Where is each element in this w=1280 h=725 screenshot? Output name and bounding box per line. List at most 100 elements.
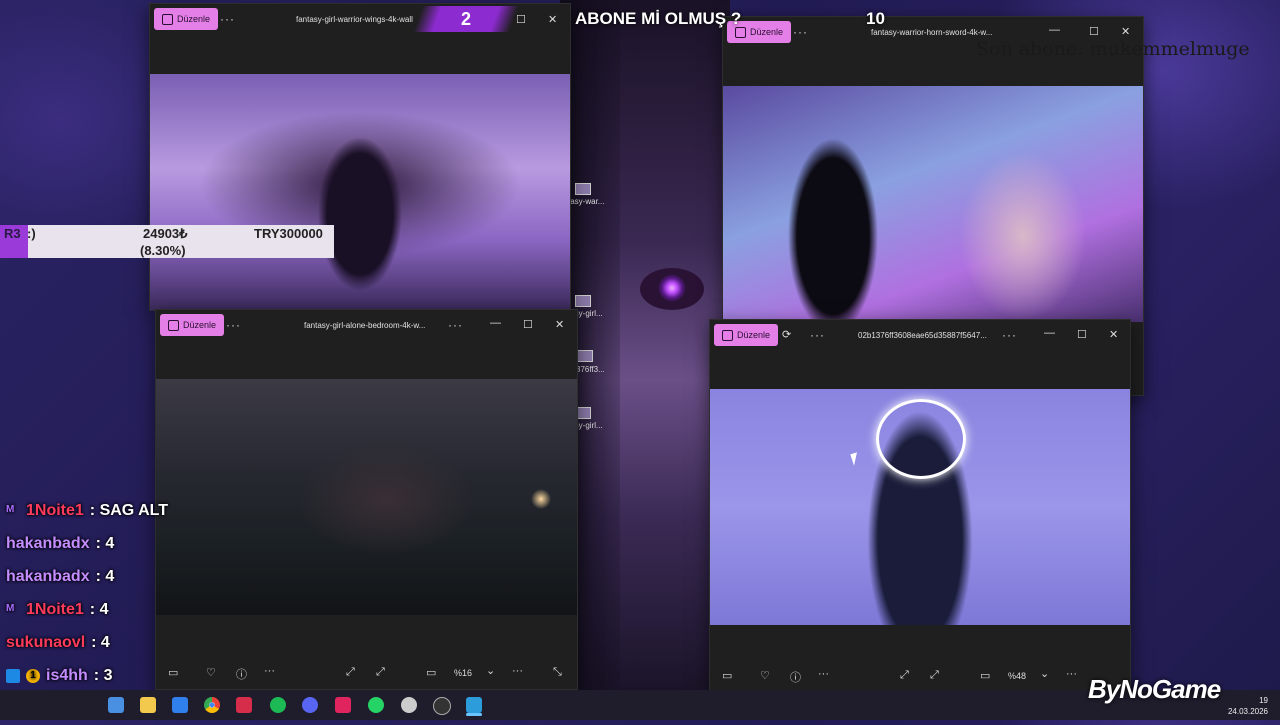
chat-username: is4hh bbox=[46, 666, 88, 684]
maximize-button[interactable]: ☐ bbox=[1089, 25, 1099, 38]
edit-label: Düzenle bbox=[183, 320, 217, 330]
chat-username: hakanbadx bbox=[6, 534, 90, 552]
twitch-badge-icon bbox=[6, 668, 20, 683]
close-button[interactable]: ✕ bbox=[555, 318, 564, 331]
maximize-button[interactable]: ☐ bbox=[523, 318, 533, 331]
fullscreen-icon[interactable]: ⤡ bbox=[553, 666, 562, 679]
obs-icon[interactable] bbox=[433, 697, 451, 715]
wallpaper-eye bbox=[640, 268, 704, 310]
last-subscriber: Son abone: mukemmelmuge bbox=[976, 38, 1250, 60]
more-options-button[interactable]: ··· bbox=[220, 12, 235, 26]
desktop-file-label[interactable]: 376ff3... bbox=[576, 365, 605, 374]
clock-time: 19 bbox=[1259, 696, 1268, 705]
title-more-button[interactable]: ··· bbox=[1002, 328, 1017, 342]
photo-image bbox=[156, 379, 577, 615]
donation-note: :) bbox=[27, 226, 36, 241]
chevron-down-icon[interactable]: ⌄ bbox=[486, 664, 495, 677]
more-options-button[interactable]: ··· bbox=[810, 328, 825, 342]
desktop-file-icon[interactable] bbox=[575, 295, 591, 307]
desktop-file-icon[interactable] bbox=[577, 350, 593, 362]
photo-window-nun[interactable]: Düzenle ⟳ ··· 02b1376ff3608eae65d35887f5… bbox=[709, 319, 1131, 693]
edit-icon bbox=[168, 319, 179, 331]
edit-label: Düzenle bbox=[737, 330, 771, 340]
chat-username: hakanbadx bbox=[6, 567, 90, 585]
goal-banner: 2 bbox=[413, 6, 519, 32]
edit-button[interactable]: Düzenle bbox=[714, 324, 779, 346]
info-icon[interactable]: ⓘ bbox=[236, 666, 247, 682]
chat-text: : 4 bbox=[95, 534, 115, 552]
app-icon[interactable] bbox=[236, 697, 252, 713]
chrome-icon[interactable] bbox=[204, 697, 220, 713]
zoom-level[interactable]: %48 bbox=[1008, 671, 1026, 681]
donation-percent: (8.30%) bbox=[140, 243, 186, 258]
more-icon[interactable]: ··· bbox=[1066, 668, 1077, 680]
whatsapp-icon[interactable] bbox=[368, 697, 384, 713]
more-options-button[interactable]: ··· bbox=[793, 25, 808, 39]
favorite-icon[interactable]: ♡ bbox=[760, 669, 770, 682]
halo-ring bbox=[876, 399, 966, 479]
screen-icon[interactable]: ▭ bbox=[426, 666, 436, 679]
sub-badge-icon: 1 bbox=[26, 668, 40, 683]
spotify-icon[interactable] bbox=[270, 697, 286, 713]
filmstrip-icon[interactable]: ▭ bbox=[722, 669, 732, 682]
title-bar[interactable]: Düzenle ··· fantasy-girl-alone-bedroom-4… bbox=[156, 310, 577, 344]
app-icon[interactable] bbox=[108, 697, 124, 713]
minimize-button[interactable]: — bbox=[1049, 24, 1060, 36]
photo-image bbox=[150, 74, 570, 310]
more-icon[interactable]: ··· bbox=[264, 665, 275, 677]
photos-icon[interactable] bbox=[466, 697, 482, 713]
edit-button[interactable]: Düzenle bbox=[160, 314, 225, 336]
clock-date: 24.03.2026 bbox=[1227, 707, 1268, 716]
title-more-button[interactable]: ··· bbox=[448, 318, 463, 332]
minimize-button[interactable]: — bbox=[1044, 327, 1055, 339]
maximize-button[interactable]: ☐ bbox=[516, 13, 526, 26]
more-options-button[interactable]: ··· bbox=[226, 318, 241, 332]
edit-label: Düzenle bbox=[750, 27, 784, 37]
edit-label: Düzenle bbox=[177, 14, 211, 24]
chat-message: hakanbadx : 4 bbox=[6, 560, 168, 593]
discord-icon[interactable] bbox=[302, 697, 318, 713]
title-bar[interactable]: Düzenle ⟳ ··· 02b1376ff3608eae65d35887f5… bbox=[710, 320, 1130, 354]
fit-icon[interactable]: ⤢ bbox=[346, 666, 355, 679]
donation-amount: 24903₺ bbox=[143, 226, 188, 241]
edit-button[interactable]: Düzenle bbox=[154, 8, 219, 30]
chat-text: : 4 bbox=[89, 600, 109, 618]
crop-icon[interactable]: ⤢ bbox=[376, 666, 385, 679]
zoom-level[interactable]: %16 bbox=[454, 668, 472, 678]
file-name: fantasy-girl-alone-bedroom-4k-w... bbox=[304, 321, 426, 330]
photo-window-bedroom[interactable]: Düzenle ··· fantasy-girl-alone-bedroom-4… bbox=[155, 309, 578, 690]
favorite-icon[interactable]: ♡ bbox=[206, 666, 216, 679]
tiktok-icon[interactable] bbox=[335, 697, 351, 713]
minimize-button[interactable]: — bbox=[490, 317, 501, 329]
maximize-button[interactable]: ☐ bbox=[1077, 328, 1087, 341]
crop-icon[interactable]: ⤢ bbox=[930, 669, 939, 682]
info-icon[interactable]: ⓘ bbox=[790, 669, 801, 685]
rotate-icon[interactable]: ⟳ bbox=[782, 328, 791, 341]
settings-gear-icon[interactable] bbox=[401, 697, 417, 713]
chat-username: 1Noite1 bbox=[26, 600, 84, 618]
chat-username: 1Noite1 bbox=[26, 501, 84, 519]
close-button[interactable]: ✕ bbox=[548, 13, 557, 26]
close-button[interactable]: ✕ bbox=[1121, 25, 1130, 38]
more-icon[interactable]: ··· bbox=[512, 665, 523, 677]
chevron-down-icon[interactable]: ⌄ bbox=[1040, 667, 1049, 680]
mail-icon[interactable] bbox=[172, 697, 188, 713]
donation-goal: TRY300000 bbox=[254, 226, 323, 241]
file-explorer-icon[interactable] bbox=[140, 697, 156, 713]
more-icon[interactable]: ··· bbox=[818, 668, 829, 680]
bynogame-watermark: ByNoGame bbox=[1088, 674, 1221, 704]
filmstrip-icon[interactable]: ▭ bbox=[168, 666, 178, 679]
edit-icon bbox=[162, 13, 173, 25]
chat-text: : 4 bbox=[91, 633, 110, 651]
desktop-file-label[interactable]: tasy-war... bbox=[568, 197, 604, 206]
desktop-file-icon[interactable] bbox=[575, 183, 591, 195]
close-button[interactable]: ✕ bbox=[1109, 328, 1118, 341]
screen-icon[interactable]: ▭ bbox=[980, 669, 990, 682]
photo-window-wings[interactable]: Düzenle ··· fantasy-girl-warrior-wings-4… bbox=[149, 3, 571, 311]
chat-message: M 1Noite1 : 4 bbox=[6, 593, 168, 626]
donation-tag: R3 bbox=[4, 226, 21, 241]
chat-message: sukunaovl : 4 bbox=[6, 626, 168, 659]
file-name: fantasy-girl-warrior-wings-4k-wall bbox=[296, 15, 413, 24]
bottom-toolbar: ▭ ♡ ⓘ ··· ⤢ ⤢ ▭ %16 ⌄ ··· ⤡ bbox=[156, 657, 577, 689]
fit-icon[interactable]: ⤢ bbox=[900, 669, 909, 682]
